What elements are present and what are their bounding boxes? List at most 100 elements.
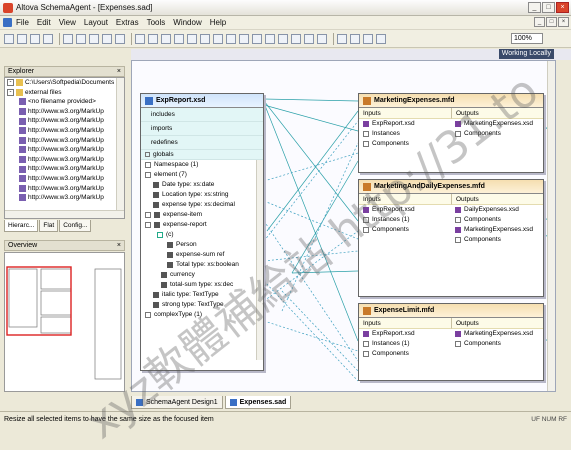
- section-imports[interactable]: imports: [141, 122, 263, 136]
- section-includes[interactable]: includes: [141, 108, 263, 122]
- doc-restore-button[interactable]: □: [546, 17, 557, 27]
- input-item[interactable]: Instances (1): [359, 339, 451, 349]
- same-width-icon[interactable]: [226, 33, 236, 44]
- collapse-icon[interactable]: -: [7, 79, 14, 87]
- tree-item[interactable]: http://www.w3.org/MarkUp: [5, 184, 124, 194]
- tree-item[interactable]: - C:\Users\Softpedia\Documents: [5, 78, 124, 88]
- tree-item[interactable]: <no filename provided>: [5, 97, 124, 107]
- expand-icon[interactable]: [363, 131, 369, 137]
- collapse-icon[interactable]: [145, 172, 151, 178]
- doc-minimize-button[interactable]: _: [534, 17, 545, 27]
- input-item[interactable]: Components: [359, 225, 451, 235]
- copy-icon[interactable]: [76, 33, 86, 44]
- overview-close-icon[interactable]: ×: [117, 241, 121, 251]
- align-center-icon[interactable]: [161, 33, 171, 44]
- collapse-icon[interactable]: [145, 152, 150, 157]
- same-height-icon[interactable]: [239, 33, 249, 44]
- space-across-icon[interactable]: [265, 33, 275, 44]
- mapping-title[interactable]: MarketingExpenses.mfd: [359, 94, 543, 108]
- tab-flat[interactable]: Flat: [39, 220, 59, 232]
- global-item[interactable]: expense type: xs:decimal: [141, 200, 263, 210]
- expand-icon[interactable]: [145, 312, 151, 318]
- arrange-icon[interactable]: [317, 33, 327, 44]
- collapse-icon[interactable]: [145, 222, 151, 228]
- mapping-title[interactable]: MarketingAndDailyExpenses.mfd: [359, 180, 543, 194]
- tree-item[interactable]: http://www.w3.org/MarkUp: [5, 155, 124, 165]
- tree-item[interactable]: http://www.w3.org/MarkUp: [5, 107, 124, 117]
- output-item[interactable]: Components: [451, 129, 543, 139]
- global-item[interactable]: (c): [141, 230, 263, 240]
- output-item[interactable]: DailyExpenses.xsd: [451, 205, 543, 215]
- tab-configurations[interactable]: Config...: [59, 220, 92, 232]
- output-item[interactable]: Components: [451, 235, 543, 245]
- overview-pane[interactable]: [4, 252, 125, 392]
- tree-item[interactable]: http://www.w3.org/MarkUp: [5, 116, 124, 126]
- global-item[interactable]: Location type: xs:string: [141, 190, 263, 200]
- input-item[interactable]: Instances (1): [359, 215, 451, 225]
- input-item[interactable]: ExpReport.xsd: [359, 119, 451, 129]
- tree-item[interactable]: http://www.w3.org/MarkUp: [5, 136, 124, 146]
- align-left-icon[interactable]: [148, 33, 158, 44]
- menu-edit[interactable]: Edit: [37, 18, 51, 27]
- tree-item[interactable]: http://www.w3.org/MarkUp: [5, 174, 124, 184]
- section-globals[interactable]: globals: [141, 150, 263, 160]
- expand-icon[interactable]: [455, 237, 461, 243]
- expand-icon[interactable]: [455, 131, 461, 137]
- global-item[interactable]: total-sum type: xs:dec: [141, 280, 263, 290]
- input-item[interactable]: ExpReport.xsd: [359, 329, 451, 339]
- undo-icon[interactable]: [115, 33, 125, 44]
- global-item[interactable]: Namespace (1): [141, 160, 263, 170]
- maximize-button[interactable]: □: [542, 2, 555, 13]
- menu-view[interactable]: View: [59, 18, 76, 27]
- zoom-in-icon[interactable]: [376, 33, 386, 44]
- list-view-icon[interactable]: [135, 33, 145, 44]
- output-item[interactable]: MarketingExpenses.xsd: [451, 119, 543, 129]
- schema-component-expreport[interactable]: ExpReport.xsd includes imports redefines…: [140, 93, 264, 371]
- align-top-icon[interactable]: [187, 33, 197, 44]
- global-item[interactable]: Person: [141, 240, 263, 250]
- expand-icon[interactable]: [455, 217, 461, 223]
- global-item[interactable]: currency: [141, 270, 263, 280]
- tree-item[interactable]: - external files: [5, 88, 124, 98]
- close-button[interactable]: ×: [556, 2, 569, 13]
- zoom-select[interactable]: 100%: [511, 33, 543, 44]
- output-item[interactable]: Components: [451, 215, 543, 225]
- expand-icon[interactable]: [363, 351, 369, 357]
- doc-close-button[interactable]: ×: [558, 17, 569, 27]
- explorer-vertical-scrollbar[interactable]: [116, 78, 124, 218]
- input-item[interactable]: Components: [359, 139, 451, 149]
- align-bottom-icon[interactable]: [213, 33, 223, 44]
- global-item[interactable]: Total type: xs:boolean: [141, 260, 263, 270]
- space-down-icon[interactable]: [278, 33, 288, 44]
- menu-extras[interactable]: Extras: [116, 18, 139, 27]
- tree-item[interactable]: http://www.w3.org/MarkUp: [5, 193, 124, 203]
- output-item[interactable]: MarketingExpenses.xsd: [451, 225, 543, 235]
- menu-window[interactable]: Window: [173, 18, 201, 27]
- global-item[interactable]: element (7): [141, 170, 263, 180]
- menu-tools[interactable]: Tools: [147, 18, 166, 27]
- global-item[interactable]: complexType (1): [141, 310, 263, 320]
- global-item[interactable]: strong type: TextType: [141, 300, 263, 310]
- save-icon[interactable]: [30, 33, 40, 44]
- explorer-close-icon[interactable]: ×: [117, 67, 121, 77]
- expand-icon[interactable]: [363, 141, 369, 147]
- expand-icon[interactable]: [455, 341, 461, 347]
- menu-help[interactable]: Help: [210, 18, 226, 27]
- canvas-vertical-scrollbar[interactable]: [547, 61, 555, 391]
- global-item[interactable]: expense-sum ref: [141, 250, 263, 260]
- collapse-icon[interactable]: -: [7, 88, 14, 96]
- global-item[interactable]: expense-item: [141, 210, 263, 220]
- expand-icon[interactable]: [363, 227, 369, 233]
- input-item[interactable]: Instances: [359, 129, 451, 139]
- global-item[interactable]: Date type: xs:date: [141, 180, 263, 190]
- print-icon[interactable]: [43, 33, 53, 44]
- delete-icon[interactable]: [102, 33, 112, 44]
- design-canvas[interactable]: ExpReport.xsd includes imports redefines…: [131, 60, 556, 392]
- schema-scrollbar[interactable]: [256, 160, 263, 360]
- expand-icon[interactable]: [145, 212, 151, 218]
- minimize-button[interactable]: _: [528, 2, 541, 13]
- mapping-component-expense-limit[interactable]: ExpenseLimit.mfd Inputs ExpReport.xsd In…: [358, 303, 544, 381]
- cut-icon[interactable]: [63, 33, 73, 44]
- global-item[interactable]: italic type: TextType: [141, 290, 263, 300]
- tree-item[interactable]: http://www.w3.org/MarkUp: [5, 145, 124, 155]
